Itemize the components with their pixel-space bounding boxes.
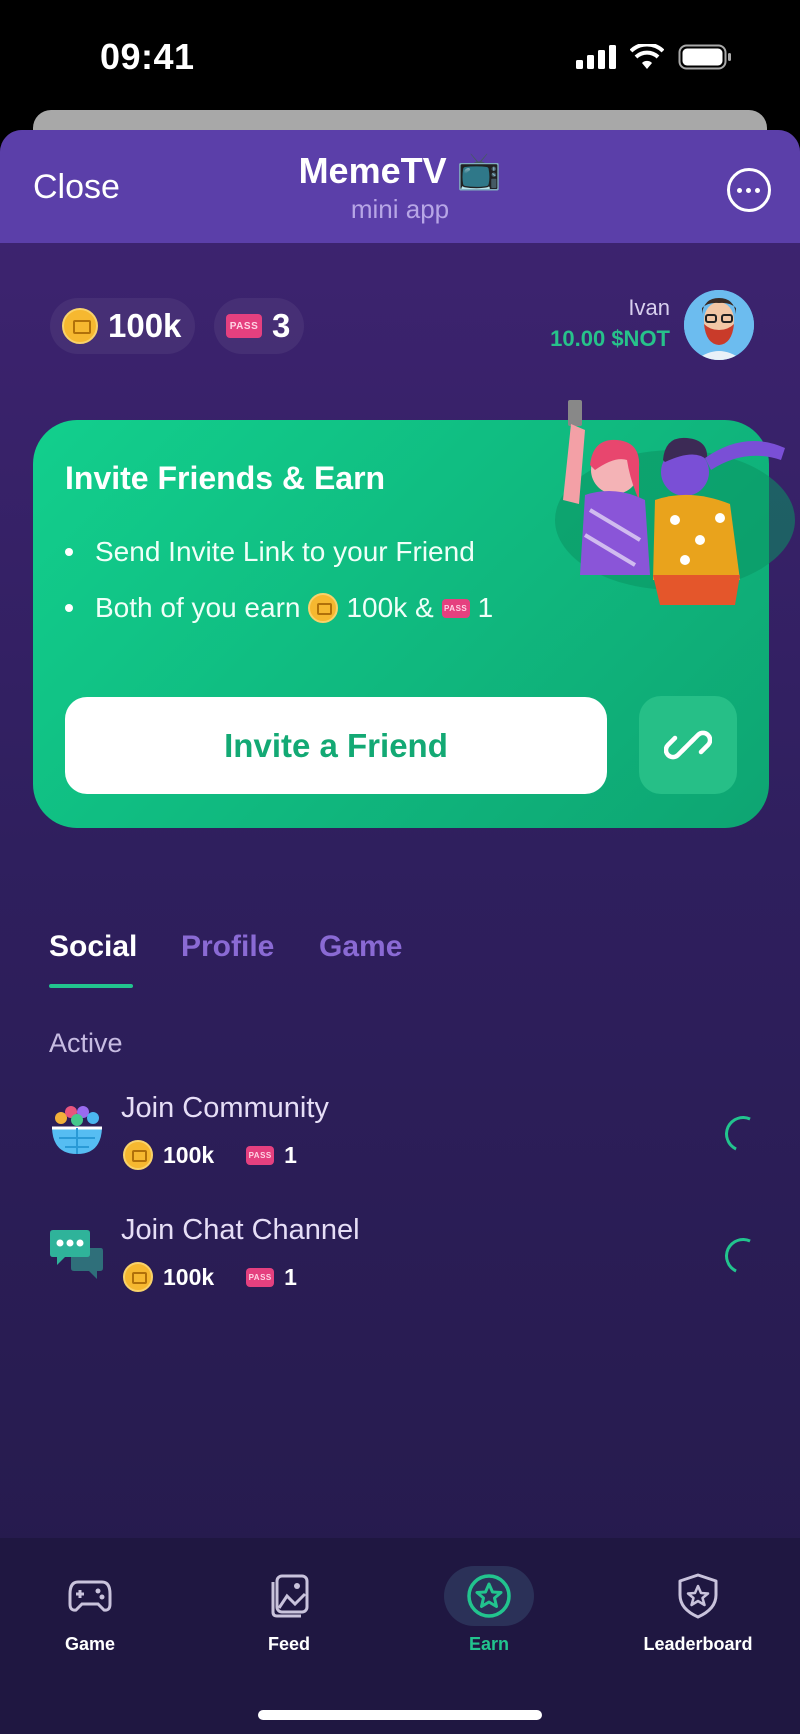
nav-label: Feed [267, 1634, 310, 1654]
coin-balance-value: 100k [108, 307, 182, 344]
app-header: Close MemeTV 📺 mini app [0, 130, 800, 243]
coin-balance: 100k [50, 298, 196, 354]
status-icons [576, 44, 732, 70]
user-not-balance: 10.00 $NOT [550, 326, 670, 351]
pass-icon: PASS [441, 598, 470, 618]
task-title: Join Community [121, 1092, 329, 1124]
image-icon [244, 1566, 334, 1626]
pass-icon: PASS [246, 1145, 275, 1165]
invite-card-title: Invite Friends & Earn [65, 460, 386, 496]
home-indicator[interactable] [258, 1710, 542, 1720]
more-options-icon[interactable] [727, 168, 771, 212]
coin-icon [123, 1262, 153, 1292]
link-icon [664, 730, 712, 760]
nav-label: Earn [468, 1634, 510, 1654]
wifi-icon [630, 44, 664, 69]
nav-label: Game [64, 1634, 116, 1654]
status-bar: 09:41 [0, 0, 800, 110]
task-reward: 100k PASS 1 [123, 1262, 297, 1292]
chat-icon [50, 1230, 103, 1279]
tab-game[interactable]: Game [319, 930, 402, 964]
reward-passes: 1 [284, 1263, 297, 1290]
task-join-community[interactable]: Join Community 100k PASS 1 [49, 1092, 769, 1182]
nav-item-leaderboard[interactable]: Leaderboard [623, 1566, 773, 1656]
invite-bullet-2: Both of you earn 100k & PASS 1 [65, 592, 493, 624]
nav-label: Leaderboard [643, 1634, 753, 1654]
invite-friend-button[interactable]: Invite a Friend [65, 697, 607, 794]
mini-app-container: Close MemeTV 📺 mini app 100k PASS 3 Ivan… [0, 130, 800, 1734]
active-tab-indicator [49, 984, 133, 988]
loading-spinner-icon [719, 1110, 767, 1158]
status-time: 09:41 [100, 36, 195, 77]
section-label-active: Active [49, 1028, 123, 1058]
battery-icon [678, 44, 731, 70]
reward-coins: 100k [163, 1263, 215, 1290]
task-reward: 100k PASS 1 [123, 1140, 297, 1170]
reward-coins: 100k [163, 1141, 215, 1168]
shield-star-icon [653, 1566, 743, 1626]
nav-item-earn[interactable]: Earn [414, 1566, 564, 1656]
bottom-nav: Game Feed Earn Leaderboard [0, 1538, 800, 1734]
invite-bullet-1: Send Invite Link to your Friend [65, 536, 475, 568]
reward-passes: 1 [284, 1141, 297, 1168]
star-coin-icon [444, 1566, 534, 1626]
signal-icon [576, 45, 616, 69]
app-subtitle: mini app [350, 194, 450, 224]
coin-icon [308, 593, 339, 623]
pass-balance: PASS 3 [214, 298, 305, 354]
avatar[interactable] [684, 290, 754, 360]
loading-spinner-icon [719, 1232, 767, 1280]
coin-icon [123, 1140, 153, 1170]
pass-balance-value: 3 [272, 307, 291, 344]
pass-icon: PASS [226, 314, 262, 338]
tab-profile[interactable]: Profile [181, 930, 274, 964]
task-title: Join Chat Channel [121, 1214, 360, 1246]
nav-item-game[interactable]: Game [15, 1566, 165, 1656]
gamepad-icon [45, 1566, 135, 1626]
friends-selfie-illustration [555, 400, 795, 605]
app-title: MemeTV 📺 [298, 150, 502, 191]
pass-icon: PASS [246, 1267, 275, 1287]
coin-icon [62, 308, 98, 344]
task-join-chat-channel[interactable]: Join Chat Channel 100k PASS 1 [49, 1214, 769, 1304]
user-name: Ivan [628, 295, 670, 320]
tab-social[interactable]: Social [49, 930, 137, 964]
community-icon [52, 1106, 102, 1154]
nav-item-feed[interactable]: Feed [214, 1566, 364, 1656]
copy-link-button[interactable] [639, 696, 737, 794]
